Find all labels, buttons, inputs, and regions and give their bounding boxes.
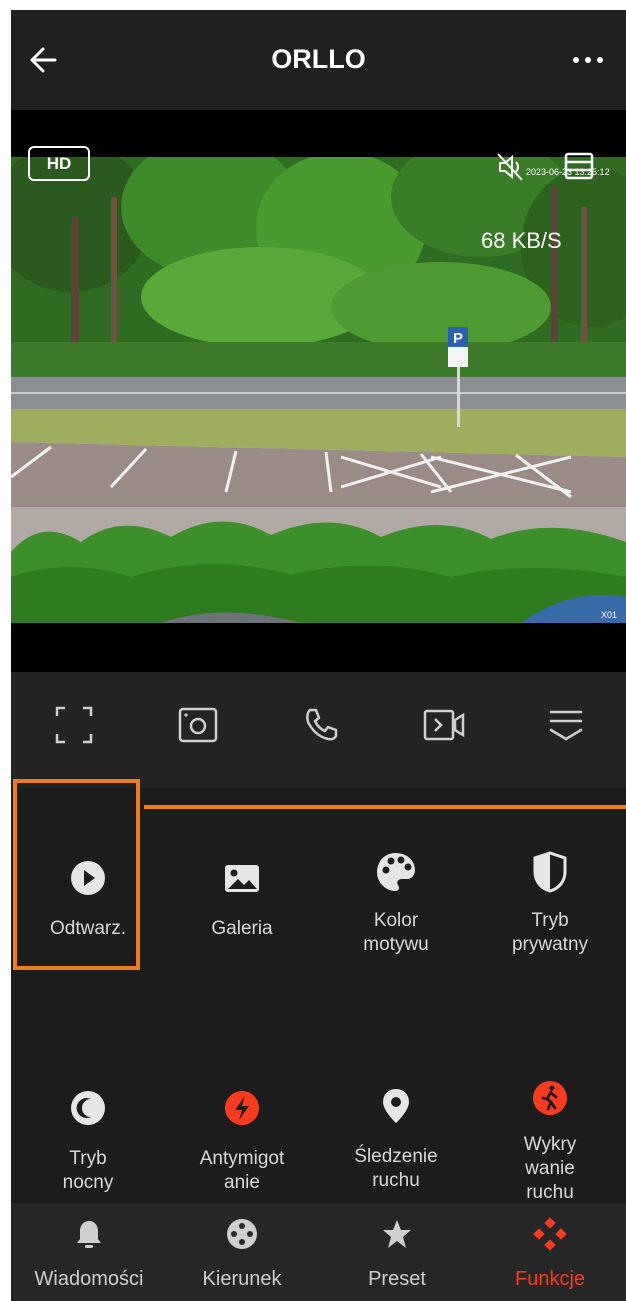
image-icon bbox=[225, 865, 259, 892]
feature-label: Antymigot anie bbox=[199, 1148, 285, 1193]
feature-label: Tryb nocny bbox=[62, 1148, 114, 1193]
tab-label: Wiadomości bbox=[34, 1268, 144, 1290]
highlight-connector-line bbox=[144, 805, 626, 809]
top-bar: ORLLO bbox=[11, 10, 626, 110]
direction-pad-icon bbox=[227, 1219, 257, 1249]
lightning-icon bbox=[225, 1091, 259, 1125]
tab-label: Kierunek bbox=[202, 1268, 282, 1290]
star-icon bbox=[383, 1220, 411, 1248]
playback-controls bbox=[11, 672, 626, 788]
feature-night-mode[interactable]: Tryb nocny bbox=[11, 1088, 165, 1195]
tab-messages[interactable]: Wiadomości bbox=[19, 1217, 159, 1291]
feature-label: Wykry wanie ruchu bbox=[523, 1134, 577, 1203]
bitrate-readout: 68 KB/S bbox=[481, 228, 562, 253]
bell-icon bbox=[77, 1221, 101, 1248]
channel-label: X01 bbox=[601, 610, 618, 620]
palette-icon bbox=[377, 853, 415, 891]
tab-functions[interactable]: Funkcje bbox=[480, 1217, 620, 1291]
talk-button[interactable] bbox=[298, 702, 344, 748]
moon-icon bbox=[71, 1091, 105, 1125]
feature-label: Galeria bbox=[211, 918, 273, 939]
collapse-menu-button[interactable] bbox=[543, 702, 589, 748]
feature-motion-tracking[interactable]: Śledzenie ruchu bbox=[319, 1086, 473, 1193]
tab-direction[interactable]: Kierunek bbox=[172, 1217, 312, 1291]
snapshot-button[interactable] bbox=[175, 702, 221, 748]
quality-badge[interactable]: HD bbox=[28, 146, 90, 181]
feature-label: Tryb prywatny bbox=[511, 910, 589, 955]
camera-scene-image: P bbox=[11, 157, 626, 623]
highlight-box bbox=[13, 779, 140, 970]
feature-anti-flicker[interactable]: Antymigot anie bbox=[165, 1088, 319, 1195]
feature-privacy-mode[interactable]: Tryb prywatny bbox=[473, 850, 626, 957]
functions-icon bbox=[533, 1217, 567, 1251]
bottom-tab-bar: Wiadomości Kierunek Preset Funkcje bbox=[11, 1203, 626, 1301]
video-record-icon bbox=[423, 709, 465, 741]
live-video-feed[interactable]: P bbox=[11, 157, 626, 623]
feature-label: Śledzenie ruchu bbox=[354, 1146, 438, 1191]
layout-toggle[interactable] bbox=[562, 149, 596, 183]
location-pin-icon bbox=[383, 1089, 409, 1123]
tab-preset[interactable]: Preset bbox=[327, 1217, 467, 1291]
page-title: ORLLO bbox=[271, 44, 366, 74]
app-screen: ORLLO P HD 2023-06-23 13:25:12 68 KB/S X… bbox=[11, 10, 626, 1301]
record-button[interactable] bbox=[421, 702, 467, 748]
snapshot-icon bbox=[178, 707, 218, 743]
phone-call-icon bbox=[306, 708, 338, 741]
feature-label: Kolor motywu bbox=[363, 910, 429, 955]
running-person-icon bbox=[533, 1081, 567, 1115]
layout-grid-icon bbox=[564, 152, 594, 180]
feature-motion-detection[interactable]: Wykry wanie ruchu bbox=[473, 1078, 626, 1203]
collapse-menu-icon bbox=[549, 710, 583, 741]
svg-text:P: P bbox=[453, 330, 463, 347]
more-options-button[interactable] bbox=[568, 40, 608, 80]
fullscreen-icon bbox=[55, 706, 93, 744]
shield-half-icon bbox=[533, 851, 567, 893]
tab-label: Preset bbox=[368, 1268, 426, 1290]
video-letterbox-top bbox=[11, 110, 626, 157]
speaker-muted-icon bbox=[497, 153, 523, 181]
tab-label: Funkcje bbox=[514, 1268, 586, 1290]
more-dots-icon bbox=[573, 57, 603, 63]
feature-theme-color[interactable]: Kolor motywu bbox=[319, 850, 473, 957]
fullscreen-button[interactable] bbox=[51, 702, 97, 748]
video-letterbox-bottom bbox=[11, 623, 626, 672]
feature-gallery[interactable]: Galeria bbox=[165, 858, 319, 941]
mute-toggle[interactable] bbox=[494, 150, 528, 184]
